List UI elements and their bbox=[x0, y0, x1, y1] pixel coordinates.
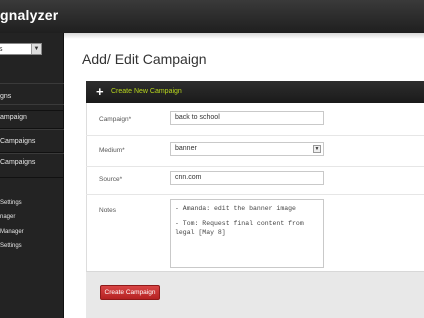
notes-label: Notes bbox=[99, 207, 116, 214]
sidebar-item-label: Campaigns bbox=[0, 138, 36, 145]
campaign-input[interactable]: back to school bbox=[170, 111, 324, 125]
account-select-value: s bbox=[0, 46, 3, 53]
sidebar-sub-settings-2[interactable]: Settings bbox=[0, 243, 64, 249]
account-select[interactable]: s ▼ bbox=[0, 43, 42, 55]
top-bar: gnalyzer bbox=[0, 0, 424, 33]
app-title: gnalyzer bbox=[0, 7, 59, 23]
campaign-label: Campaign* bbox=[99, 116, 132, 123]
medium-select[interactable]: banner ▼ bbox=[170, 142, 324, 156]
row-divider bbox=[86, 194, 424, 195]
notes-line: - Amanda: edit the banner image bbox=[175, 205, 296, 212]
sidebar-item-label: Campaigns bbox=[0, 159, 36, 166]
page-title: Add/ Edit Campaign bbox=[82, 51, 207, 67]
sidebar-item-campaigns-2[interactable]: Campaigns bbox=[0, 129, 64, 153]
sidebar-item-label: ampaign bbox=[0, 114, 27, 121]
notes-line: - Tom: Request final content from legal … bbox=[175, 220, 308, 236]
notes-textarea[interactable]: - Amanda: edit the banner image - Tom: R… bbox=[170, 199, 324, 268]
sidebar-sub-settings[interactable]: Settings bbox=[0, 200, 64, 206]
source-input[interactable]: cnn.com bbox=[170, 171, 324, 185]
medium-label: Medium* bbox=[99, 147, 125, 154]
sidebar-item-campaigns-3[interactable]: Campaigns bbox=[0, 153, 64, 178]
chevron-down-icon: ▼ bbox=[313, 145, 321, 153]
chevron-down-icon: ▼ bbox=[31, 44, 41, 54]
row-divider bbox=[86, 166, 424, 167]
sidebar-item-add-campaign[interactable]: ampaign bbox=[0, 104, 64, 129]
sidebar-item-label: gns bbox=[0, 93, 12, 100]
source-label: Source* bbox=[99, 176, 123, 183]
medium-select-value: banner bbox=[175, 145, 197, 152]
create-campaign-button[interactable]: Create Campaign bbox=[100, 285, 160, 300]
panel-header: + Create New Campaign bbox=[86, 81, 424, 103]
row-divider bbox=[86, 135, 424, 136]
sidebar-sub-manager-2[interactable]: Manager bbox=[0, 229, 64, 235]
panel-title: Create New Campaign bbox=[111, 88, 182, 95]
top-bar-shadow bbox=[64, 33, 424, 39]
plus-icon: + bbox=[96, 84, 104, 99]
sidebar-sub-manager[interactable]: nager bbox=[0, 214, 64, 220]
